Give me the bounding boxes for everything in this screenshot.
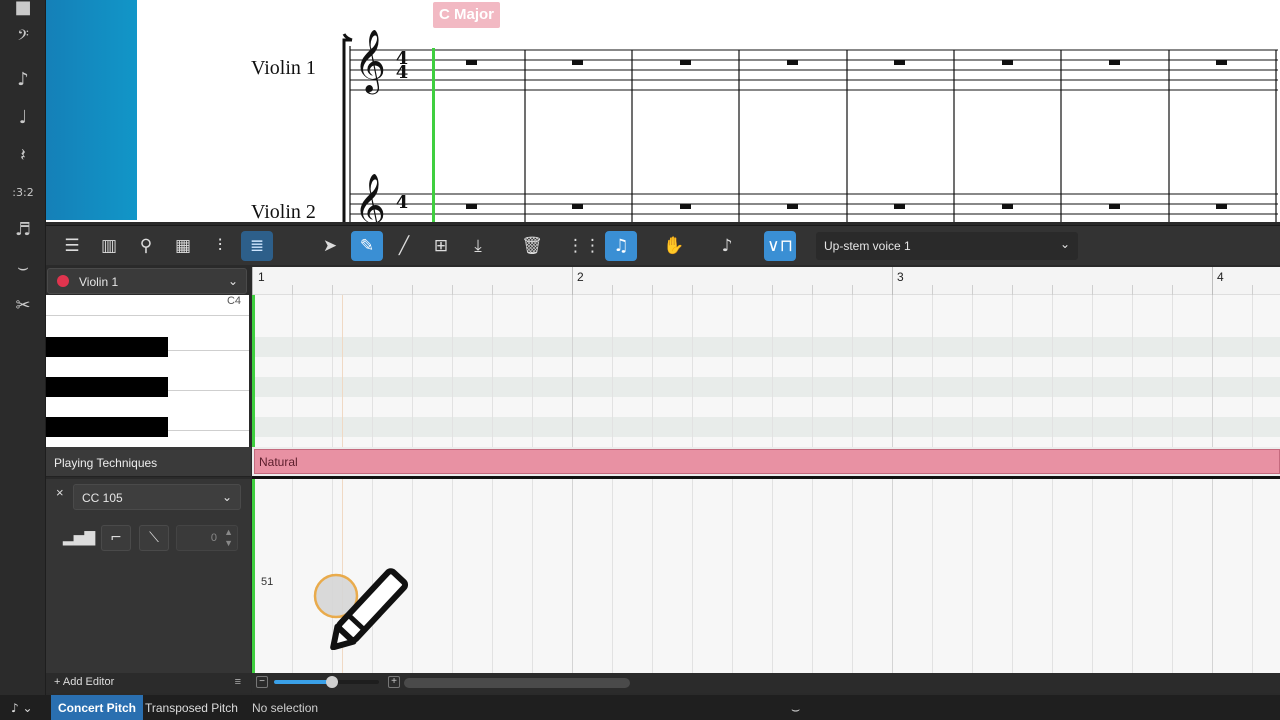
cc-value-readout: 51 xyxy=(261,576,274,588)
zoom-bar: − + xyxy=(252,673,1280,693)
note-input-icon[interactable]: ■ xyxy=(0,0,46,22)
zoom-in-button[interactable]: + xyxy=(388,676,400,688)
close-icon[interactable]: × xyxy=(56,485,64,500)
tuplet-icon[interactable]: :3:2 xyxy=(0,177,46,207)
staff-lines xyxy=(342,33,1278,222)
horizontal-scrollbar[interactable] xyxy=(404,678,630,688)
guitar-icon[interactable]: ⚲ xyxy=(130,231,162,261)
ruler-bar-number: 1 xyxy=(258,270,265,284)
piano-keyboard[interactable]: C4 xyxy=(46,295,251,447)
cc-controller-label: CC 105 xyxy=(82,491,123,505)
quarter-note-icon[interactable]: ♩ xyxy=(0,102,46,132)
treble-clef[interactable]: 𝄞 xyxy=(354,34,386,88)
line-icon[interactable]: ╱ xyxy=(388,231,420,261)
ramp-line-icon[interactable]: ⟍ xyxy=(139,525,169,551)
treble-clef[interactable]: 𝄞 xyxy=(354,178,386,223)
time-signature[interactable]: 4 4 xyxy=(394,50,410,83)
pencil-cursor-icon xyxy=(313,568,409,650)
instrument-select[interactable]: Violin 1 ⌄ xyxy=(47,268,247,294)
pencil-icon[interactable]: ✎ xyxy=(351,231,383,261)
cc-value-text: 0 xyxy=(210,532,217,544)
zoom-slider-fill xyxy=(274,680,332,684)
ruler-bar-line xyxy=(892,267,893,295)
step-line-icon[interactable]: ⌐ xyxy=(101,525,131,551)
time-signature[interactable]: 4 xyxy=(394,192,410,213)
dorico-window: ■ 𝄢 ♪ ♩ 𝄽 :3:2 ♬ ⌣ ✂ Violin 1 Violin 2 𝄞… xyxy=(0,0,1280,720)
chevron-down-icon: ⌄ xyxy=(227,274,238,288)
piano-black-key[interactable] xyxy=(46,377,168,397)
ruler-bar-number: 3 xyxy=(897,270,904,284)
zoom-out-button[interactable]: − xyxy=(256,676,268,688)
time-signature-top: 4 xyxy=(395,192,409,213)
note-input-menu-icon[interactable]: ♪ ⌄ xyxy=(4,695,40,720)
playing-techniques-label: Playing Techniques xyxy=(46,447,251,477)
instrument-color-dot xyxy=(57,275,69,287)
key-editor-playhead xyxy=(252,295,255,447)
timeline-ruler[interactable]: 1 2 3 4 xyxy=(252,267,1280,295)
grid-icon[interactable]: ▦ xyxy=(167,231,199,261)
status-bar: ♪ ⌄ Concert Pitch Transposed Pitch No se… xyxy=(0,695,1280,720)
selection-status: No selection xyxy=(252,701,319,715)
grace-note-icon[interactable]: ♬ xyxy=(0,214,46,244)
chevron-down-icon: ⌄ xyxy=(221,490,232,504)
chevron-down-icon[interactable]: ⌣ xyxy=(784,695,807,720)
zoom-slider-handle[interactable] xyxy=(325,676,338,688)
insert-icon[interactable]: ⤓ xyxy=(462,231,494,261)
score-playhead xyxy=(432,48,435,222)
tie-tool-icon[interactable]: ♪ xyxy=(711,231,743,261)
key-signature-signpost[interactable]: C Major xyxy=(433,2,501,28)
zoom-slider[interactable] xyxy=(274,676,379,688)
transposed-pitch-button[interactable]: Transposed Pitch xyxy=(138,695,245,720)
select-arrow-icon[interactable]: ➤ xyxy=(314,231,346,261)
ruler-bar-line xyxy=(1212,267,1213,295)
piano-icon[interactable]: ▥ xyxy=(93,231,125,261)
cc-playhead xyxy=(252,479,255,673)
add-editor-bar: + Add Editor ≡ xyxy=(46,673,251,693)
menu-icon[interactable]: ≡ xyxy=(235,676,241,688)
bar-chart-icon[interactable]: ▂▅▇ xyxy=(63,525,95,551)
resize-icon[interactable]: ⊞ xyxy=(425,231,457,261)
add-editor-button[interactable]: + Add Editor xyxy=(54,676,114,688)
voice-select-label: Up-stem voice 1 xyxy=(824,239,911,253)
score-view[interactable]: Violin 1 Violin 2 𝄞 𝄞 4 4 4 C Major xyxy=(46,0,1280,222)
tie-icon[interactable]: ♪ xyxy=(0,64,46,94)
staff-name-violin-1[interactable]: Violin 1 xyxy=(251,57,316,80)
piano-roll-grid[interactable] xyxy=(252,295,1280,447)
rest-icon[interactable]: 𝄽 xyxy=(0,140,46,170)
clef-icon[interactable]: 𝄢 xyxy=(0,22,46,52)
trash-icon[interactable]: 🗑 xyxy=(516,231,548,261)
slur-icon[interactable]: ⌣ xyxy=(0,252,46,282)
ruler-bar-number: 4 xyxy=(1217,270,1224,284)
key-editor-icon[interactable]: ≣ xyxy=(241,231,273,261)
scissors-icon[interactable]: ✂ xyxy=(0,290,46,320)
piano-black-key[interactable] xyxy=(46,337,168,357)
hand-icon[interactable]: ✋ xyxy=(658,231,690,261)
waveform-icon[interactable]: ⋮⋮ xyxy=(567,231,601,261)
ruler-bar-line xyxy=(572,267,573,295)
velocity-icon[interactable]: ∨⊓ xyxy=(764,231,796,261)
stepper-arrows-icon[interactable]: ▲ ▼ xyxy=(224,527,233,549)
ruler-bar-number: 2 xyxy=(577,270,584,284)
key-editor-toolbar: ☰ ▥ ⚲ ▦ ⫶ ≣ ➤ ✎ ╱ ⊞ ⤓ 🗑 ⋮⋮ ♫ ✋ ♪ ∨⊓ Up-s… xyxy=(46,225,1280,265)
instrument-select-label: Violin 1 xyxy=(79,275,119,289)
mixer-icon[interactable]: ⫶ xyxy=(204,231,236,261)
cc-value-input[interactable]: 0 ▲ ▼ xyxy=(176,525,238,551)
staff-name-violin-2[interactable]: Violin 2 xyxy=(251,201,316,222)
notes-toolbox: ■ 𝄢 ♪ ♩ 𝄽 :3:2 ♬ ⌣ ✂ xyxy=(0,0,46,695)
time-signature-bottom: 4 xyxy=(395,62,409,83)
playing-technique-natural[interactable]: Natural xyxy=(254,449,1280,474)
voice-select[interactable]: Up-stem voice 1 ⌄ xyxy=(816,232,1078,260)
cc-controller-select[interactable]: CC 105 ⌄ xyxy=(73,484,241,510)
cc-editor-panel: × CC 105 ⌄ ▂▅▇ ⌐ ⟍ 0 ▲ ▼ xyxy=(46,479,251,673)
concert-pitch-button[interactable]: Concert Pitch xyxy=(51,695,144,720)
chevron-down-icon: ⌄ xyxy=(1059,237,1070,251)
note-icon[interactable]: ♫ xyxy=(605,231,637,261)
keyboard-c4-label: C4 xyxy=(226,295,241,307)
ruler-bar-line xyxy=(252,267,253,295)
piano-black-key[interactable] xyxy=(46,417,168,437)
list-icon[interactable]: ☰ xyxy=(56,231,88,261)
